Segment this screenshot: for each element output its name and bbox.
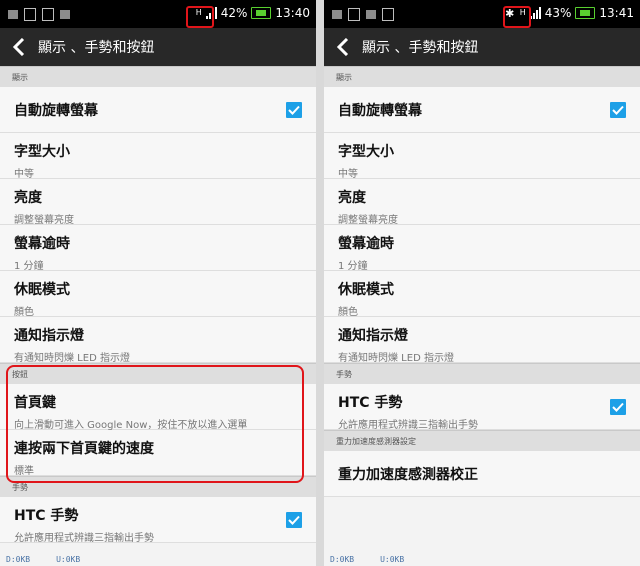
setting-notification-light[interactable]: 通知指示燈 有通知時閃爍 LED 指示燈 xyxy=(324,317,640,364)
buttons-section-highlight xyxy=(6,365,304,483)
signal-small-icon xyxy=(332,10,342,19)
battery-icon xyxy=(251,7,272,19)
setting-sleep-mode[interactable]: 休眠模式 顏色 xyxy=(324,271,640,318)
checkmark-icon[interactable] xyxy=(286,511,302,528)
battery-percent: 42% xyxy=(220,6,248,20)
battery-percent: 43% xyxy=(544,6,572,20)
action-bar: 顯示 、手勢和按鈕 xyxy=(324,28,640,66)
upload-traffic: U:0KB xyxy=(380,554,405,564)
action-bar: 顯示 、手勢和按鈕 xyxy=(0,28,316,66)
signal-strength-icon xyxy=(529,7,541,19)
setting-gsensor-calibration[interactable]: 重力加速度感測器校正 xyxy=(324,451,640,497)
clock: 13:40 xyxy=(275,6,310,20)
upload-traffic: U:0KB xyxy=(56,554,81,564)
section-header: 手勢 xyxy=(324,363,640,384)
signal-small-icon xyxy=(8,10,18,19)
battery-icon xyxy=(575,7,596,19)
page-title: 顯示 、手勢和按鈕 xyxy=(38,40,155,56)
usb-icon xyxy=(60,10,70,19)
notification-icon xyxy=(24,8,36,21)
status-bar: H 42% 13:40 xyxy=(0,0,316,28)
chevron-left-icon[interactable] xyxy=(330,28,356,66)
page-title: 顯示 、手勢和按鈕 xyxy=(362,40,479,56)
chevron-left-icon[interactable] xyxy=(6,28,32,66)
notification-icon xyxy=(42,8,54,21)
clock: 13:41 xyxy=(599,6,634,20)
setting-brightness[interactable]: 亮度 調整螢幕亮度 xyxy=(0,179,316,226)
traffic-monitor: D:0KB U:0KB xyxy=(0,552,316,566)
setting-htc-gesture[interactable]: HTC 手勢 允許應用程式辨識三指輸出手勢 xyxy=(324,384,640,431)
setting-htc-gesture[interactable]: HTC 手勢 允許應用程式辨識三指輸出手勢 xyxy=(0,497,316,544)
notification-icon xyxy=(348,8,360,21)
setting-font-size[interactable]: 字型大小 中等 xyxy=(324,133,640,180)
setting-auto-rotate[interactable]: 自動旋轉螢幕 xyxy=(324,87,640,133)
setting-font-size[interactable]: 字型大小 中等 xyxy=(0,133,316,180)
download-traffic: D:0KB xyxy=(6,554,31,564)
setting-auto-rotate[interactable]: 自動旋轉螢幕 xyxy=(0,87,316,133)
section-header: 顯示 xyxy=(0,66,316,87)
notification-icon xyxy=(382,8,394,21)
setting-screen-timeout[interactable]: 螢幕逾時 1 分鐘 xyxy=(0,225,316,272)
left-settings-screen: H 42% 13:40 顯示 、手勢和按鈕 顯示 自動旋轉螢幕 字型大小 中等 … xyxy=(0,0,316,566)
checkmark-icon[interactable] xyxy=(610,101,626,118)
checkmark-icon[interactable] xyxy=(286,101,302,118)
section-header: 重力加速度感測器設定 xyxy=(324,430,640,451)
setting-brightness[interactable]: 亮度 調整螢幕亮度 xyxy=(324,179,640,226)
setting-notification-light[interactable]: 通知指示燈 有通知時閃爍 LED 指示燈 xyxy=(0,317,316,364)
download-traffic: D:0KB xyxy=(330,554,355,564)
usb-icon xyxy=(366,10,376,19)
setting-sleep-mode[interactable]: 休眠模式 顏色 xyxy=(0,271,316,318)
traffic-monitor: D:0KB U:0KB xyxy=(324,552,640,566)
setting-screen-timeout[interactable]: 螢幕逾時 1 分鐘 xyxy=(324,225,640,272)
checkmark-icon[interactable] xyxy=(610,398,626,415)
statusbar-highlight xyxy=(186,6,214,28)
bluetooth-highlight xyxy=(503,6,531,28)
section-header: 顯示 xyxy=(324,66,640,87)
right-settings-screen: ✱ H 43% 13:41 顯示 、手勢和按鈕 顯示 自動旋轉螢幕 字型大小 中… xyxy=(324,0,640,566)
status-bar: ✱ H 43% 13:41 xyxy=(324,0,640,28)
